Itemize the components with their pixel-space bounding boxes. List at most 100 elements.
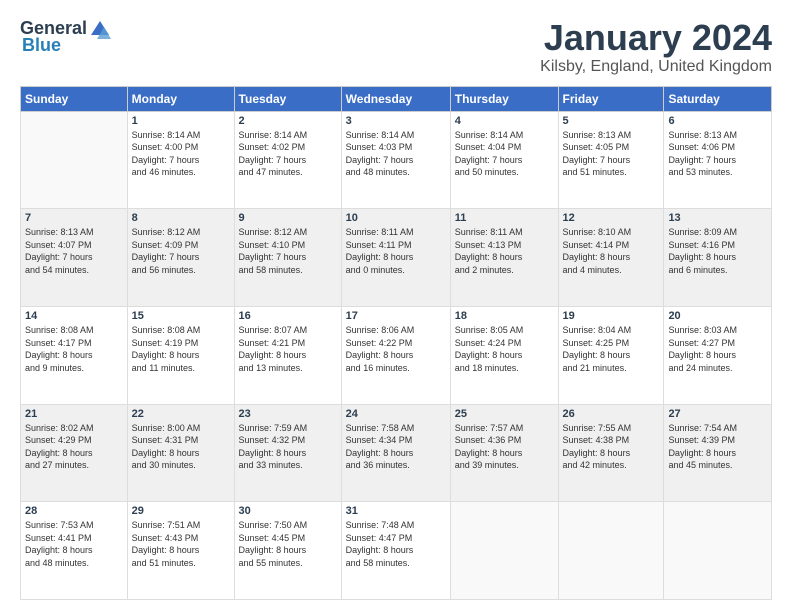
day-info: Sunrise: 8:08 AM Sunset: 4:19 PM Dayligh… (132, 324, 230, 374)
day-info: Sunrise: 8:13 AM Sunset: 4:05 PM Dayligh… (563, 129, 660, 179)
col-saturday: Saturday (664, 86, 772, 111)
day-cell: 11 Sunrise: 8:11 AM Sunset: 4:13 PM Dayli… (450, 209, 558, 307)
day-number: 26 (563, 408, 660, 420)
day-info: Sunrise: 7:57 AM Sunset: 4:36 PM Dayligh… (455, 422, 554, 472)
day-info: Sunrise: 8:04 AM Sunset: 4:25 PM Dayligh… (563, 324, 660, 374)
day-number: 22 (132, 408, 230, 420)
header: General Blue January 2024 Kilsby, Englan… (20, 18, 772, 76)
day-cell: 19 Sunrise: 8:04 AM Sunset: 4:25 PM Dayli… (558, 306, 664, 404)
day-number: 27 (668, 408, 767, 420)
day-info: Sunrise: 8:00 AM Sunset: 4:31 PM Dayligh… (132, 422, 230, 472)
col-wednesday: Wednesday (341, 86, 450, 111)
day-cell (21, 111, 128, 209)
day-number: 29 (132, 505, 230, 517)
day-info: Sunrise: 7:53 AM Sunset: 4:41 PM Dayligh… (25, 519, 123, 569)
day-number: 4 (455, 115, 554, 127)
subtitle: Kilsby, England, United Kingdom (540, 58, 772, 76)
day-info: Sunrise: 8:13 AM Sunset: 4:07 PM Dayligh… (25, 226, 123, 276)
day-number: 25 (455, 408, 554, 420)
day-cell: 10 Sunrise: 8:11 AM Sunset: 4:11 PM Dayli… (341, 209, 450, 307)
logo-blue: Blue (22, 35, 61, 56)
day-number: 3 (346, 115, 446, 127)
day-cell: 6Sunrise: 8:13 AM Sunset: 4:06 PM Daylig… (664, 111, 772, 209)
day-info: Sunrise: 8:05 AM Sunset: 4:24 PM Dayligh… (455, 324, 554, 374)
day-number: 11 (455, 212, 554, 224)
day-cell: 9Sunrise: 8:12 AM Sunset: 4:10 PM Daylig… (234, 209, 341, 307)
day-info: Sunrise: 8:03 AM Sunset: 4:27 PM Dayligh… (668, 324, 767, 374)
day-info: Sunrise: 8:14 AM Sunset: 4:00 PM Dayligh… (132, 129, 230, 179)
day-number: 23 (239, 408, 337, 420)
day-info: Sunrise: 8:10 AM Sunset: 4:14 PM Dayligh… (563, 226, 660, 276)
day-number: 12 (563, 212, 660, 224)
day-info: Sunrise: 8:12 AM Sunset: 4:09 PM Dayligh… (132, 226, 230, 276)
day-cell: 3Sunrise: 8:14 AM Sunset: 4:03 PM Daylig… (341, 111, 450, 209)
week-row-1: 7 Sunrise: 8:13 AM Sunset: 4:07 PM Daylig… (21, 209, 772, 307)
month-title: January 2024 (540, 18, 772, 58)
day-info: Sunrise: 7:54 AM Sunset: 4:39 PM Dayligh… (668, 422, 767, 472)
col-friday: Friday (558, 86, 664, 111)
day-cell: 17 Sunrise: 8:06 AM Sunset: 4:22 PM Dayli… (341, 306, 450, 404)
day-info: Sunrise: 8:13 AM Sunset: 4:06 PM Dayligh… (668, 129, 767, 179)
day-number: 10 (346, 212, 446, 224)
day-cell (450, 502, 558, 600)
day-number: 16 (239, 310, 337, 322)
week-row-3: 21 Sunrise: 8:02 AM Sunset: 4:29 PM Dayli… (21, 404, 772, 502)
day-cell: 18Sunrise: 8:05 AM Sunset: 4:24 PM Dayli… (450, 306, 558, 404)
day-info: Sunrise: 7:50 AM Sunset: 4:45 PM Dayligh… (239, 519, 337, 569)
week-row-2: 14Sunrise: 8:08 AM Sunset: 4:17 PM Dayli… (21, 306, 772, 404)
day-info: Sunrise: 8:06 AM Sunset: 4:22 PM Dayligh… (346, 324, 446, 374)
day-cell: 8 Sunrise: 8:12 AM Sunset: 4:09 PM Daylig… (127, 209, 234, 307)
day-info: Sunrise: 7:48 AM Sunset: 4:47 PM Dayligh… (346, 519, 446, 569)
day-info: Sunrise: 7:55 AM Sunset: 4:38 PM Dayligh… (563, 422, 660, 472)
day-number: 1 (132, 115, 230, 127)
day-cell: 16 Sunrise: 8:07 AM Sunset: 4:21 PM Dayli… (234, 306, 341, 404)
day-number: 19 (563, 310, 660, 322)
day-number: 8 (132, 212, 230, 224)
day-cell: 29 Sunrise: 7:51 AM Sunset: 4:43 PM Dayli… (127, 502, 234, 600)
col-tuesday: Tuesday (234, 86, 341, 111)
day-info: Sunrise: 7:58 AM Sunset: 4:34 PM Dayligh… (346, 422, 446, 472)
day-number: 15 (132, 310, 230, 322)
day-cell: 23Sunrise: 7:59 AM Sunset: 4:32 PM Dayli… (234, 404, 341, 502)
day-cell: 28Sunrise: 7:53 AM Sunset: 4:41 PM Dayli… (21, 502, 128, 600)
week-row-0: 1 Sunrise: 8:14 AM Sunset: 4:00 PM Daylig… (21, 111, 772, 209)
title-block: January 2024 Kilsby, England, United Kin… (540, 18, 772, 76)
day-number: 5 (563, 115, 660, 127)
day-number: 24 (346, 408, 446, 420)
day-cell: 22 Sunrise: 8:00 AM Sunset: 4:31 PM Dayli… (127, 404, 234, 502)
day-cell (558, 502, 664, 600)
day-info: Sunrise: 8:07 AM Sunset: 4:21 PM Dayligh… (239, 324, 337, 374)
day-number: 13 (668, 212, 767, 224)
col-monday: Monday (127, 86, 234, 111)
col-sunday: Sunday (21, 86, 128, 111)
day-info: Sunrise: 8:09 AM Sunset: 4:16 PM Dayligh… (668, 226, 767, 276)
day-number: 20 (668, 310, 767, 322)
day-info: Sunrise: 8:11 AM Sunset: 4:13 PM Dayligh… (455, 226, 554, 276)
day-cell: 31 Sunrise: 7:48 AM Sunset: 4:47 PM Dayli… (341, 502, 450, 600)
day-info: Sunrise: 8:02 AM Sunset: 4:29 PM Dayligh… (25, 422, 123, 472)
day-info: Sunrise: 7:51 AM Sunset: 4:43 PM Dayligh… (132, 519, 230, 569)
day-number: 2 (239, 115, 337, 127)
col-thursday: Thursday (450, 86, 558, 111)
day-info: Sunrise: 8:11 AM Sunset: 4:11 PM Dayligh… (346, 226, 446, 276)
week-row-4: 28Sunrise: 7:53 AM Sunset: 4:41 PM Dayli… (21, 502, 772, 600)
header-row: Sunday Monday Tuesday Wednesday Thursday… (21, 86, 772, 111)
day-cell: 2Sunrise: 8:14 AM Sunset: 4:02 PM Daylig… (234, 111, 341, 209)
day-info: Sunrise: 8:14 AM Sunset: 4:04 PM Dayligh… (455, 129, 554, 179)
day-cell: 5 Sunrise: 8:13 AM Sunset: 4:05 PM Daylig… (558, 111, 664, 209)
day-cell: 13 Sunrise: 8:09 AM Sunset: 4:16 PM Dayli… (664, 209, 772, 307)
day-number: 14 (25, 310, 123, 322)
day-number: 17 (346, 310, 446, 322)
day-cell: 1 Sunrise: 8:14 AM Sunset: 4:00 PM Daylig… (127, 111, 234, 209)
day-cell: 4 Sunrise: 8:14 AM Sunset: 4:04 PM Daylig… (450, 111, 558, 209)
day-cell: 25 Sunrise: 7:57 AM Sunset: 4:36 PM Dayli… (450, 404, 558, 502)
logo-icon (89, 19, 111, 39)
day-number: 21 (25, 408, 123, 420)
calendar-table: Sunday Monday Tuesday Wednesday Thursday… (20, 86, 772, 600)
day-number: 30 (239, 505, 337, 517)
day-number: 9 (239, 212, 337, 224)
day-cell: 26 Sunrise: 7:55 AM Sunset: 4:38 PM Dayli… (558, 404, 664, 502)
day-cell: 14Sunrise: 8:08 AM Sunset: 4:17 PM Dayli… (21, 306, 128, 404)
day-number: 7 (25, 212, 123, 224)
day-number: 31 (346, 505, 446, 517)
